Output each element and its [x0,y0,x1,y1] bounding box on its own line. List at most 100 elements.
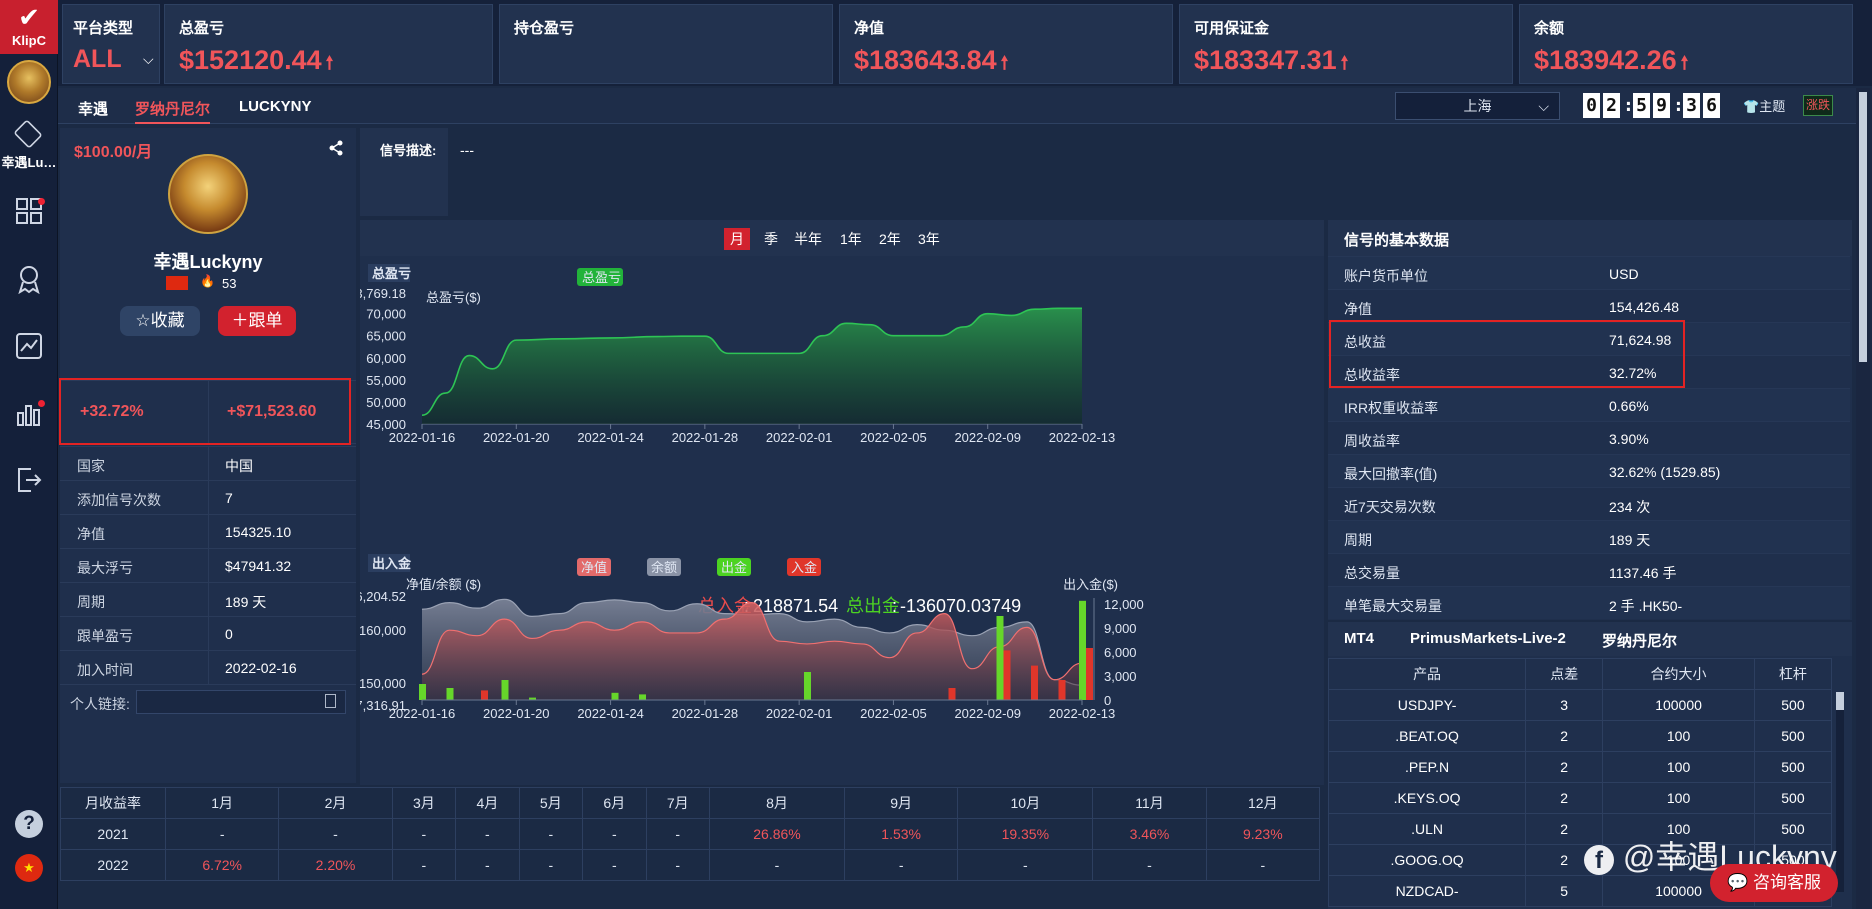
follow-label: 跟单 [248,311,283,330]
signal-profile-panel: $100.00/月 幸遇Luckyny 🔥 53 ☆收藏 ＋跟单 +32.72%… [59,128,356,783]
pnl-chart: 总盈亏 总盈亏总盈亏($) 73,769.18 70,000 65,000 60,000 5… [360,264,1116,445]
desc-label: 信号描述: [380,143,437,158]
withdrawal-bar [611,692,619,700]
column-header: 7月 [645,787,711,819]
help-icon[interactable]: ? [15,810,43,838]
deposit-bar [1003,650,1011,700]
mt4-platform: MT4 [1344,630,1374,647]
basic-key: 近7天交易次数 [1344,499,1436,515]
period-tab-1y[interactable]: 1年 [840,229,862,249]
scrollbar-thumb[interactable] [1859,92,1867,362]
deposit-bar [1031,665,1038,700]
table-cell: 3 [1525,689,1604,721]
logo-text: KlipC [12,33,46,48]
info-row: 国家 中国 [60,446,356,481]
logout-icon[interactable] [14,466,44,496]
clock-digit: 6 [1703,93,1720,118]
divider [208,549,209,583]
total-in-value: 218871.54 [753,596,838,616]
table-cell: - [391,849,457,881]
chart-panel: 月 季 半年 1年 2年 3年 总盈亏 总盈亏总盈亏($) 73,769.18 70,… [360,220,1324,785]
table-cell: .KEYS.OQ [1328,782,1527,814]
scrollbar-thumb[interactable] [1836,692,1844,710]
facebook-icon: f [1584,844,1614,875]
period-tab-quarter[interactable]: 季 [764,229,778,249]
mt4-owner: 罗纳丹尼尔 [1602,633,1678,650]
info-key: 跟单盈亏 [77,628,133,644]
clock-separator: : [1623,95,1634,116]
x-tick-label: 2022-02-13 [1049,430,1116,445]
period-tab-2y[interactable]: 2年 [879,229,901,249]
table-cell: 1.53% [843,818,959,850]
trend-chart-icon[interactable] [14,332,44,362]
period-tab-3y[interactable]: 3年 [918,229,940,249]
stat-value: $183643.84 [854,45,997,75]
plus-icon: ＋ [231,311,249,330]
column-header: 11月 [1092,787,1207,819]
arrow-up-icon: 🠕 [1340,53,1349,73]
city-select[interactable]: 上海 ⌵ [1395,92,1560,120]
follow-button[interactable]: ＋跟单 [218,306,296,336]
personal-link-input[interactable] [136,690,346,714]
tab-xingyu[interactable]: 幸遇 [78,98,108,119]
stat-equity: 净值 $183643.84 🠕 [839,4,1173,84]
table-cell: 100 [1602,782,1755,814]
withdrawal-bar [996,616,1004,700]
customer-service-button[interactable]: 💬 咨询客服 [1710,864,1838,902]
y-tick-label: 55,000 [366,373,406,388]
basic-key: 净值 [1344,301,1372,317]
sidebar-user-label[interactable]: 幸遇Lu… [0,152,58,171]
stat-label: 总盈亏 [179,20,225,37]
period-tab-half-year[interactable]: 半年 [794,229,822,249]
tab-luckyny[interactable]: LUCKYNY [239,98,312,115]
divider [208,651,209,685]
theme-button[interactable]: 👕主题 [1743,96,1785,115]
deposit-bar [1058,680,1066,700]
chevron-down-icon: ⌵ [1538,98,1549,114]
clock-separator: : [1673,95,1684,116]
x-tick-label: 2022-01-28 [672,430,739,445]
signal-cube-icon[interactable] [13,119,43,149]
y-axis-label: 总盈亏($) [426,290,481,305]
china-flag-icon[interactable]: ★ [15,854,43,882]
chevron-down-icon[interactable]: ⌵ [143,51,154,68]
series-area [422,308,1082,424]
legend-label: 出金 [721,560,747,575]
deposit-bar [481,690,488,700]
user-avatar[interactable] [7,60,51,104]
award-icon[interactable] [14,264,44,295]
y-tick-label: 166,204.52 [360,589,406,604]
info-row: 净值 154325.10 [60,514,356,549]
top-stats-bar: 平台类型 ALL ⌵ 总盈亏 $152120.44 🠕 持仓盈亏 净值 $1836… [58,0,1872,86]
table-cell: - [518,849,584,881]
stat-value: $183942.26 [1534,45,1677,75]
stat-value: $152120.44 [179,45,322,75]
x-tick-label: 2022-01-24 [577,706,644,721]
table-header-row: 产品 点差 合约大小 杠杆 [1328,658,1833,690]
klipc-logo[interactable]: ✔ KlipC [0,0,58,54]
table-cell: .GOOG.OQ [1328,844,1527,876]
scrollbar[interactable] [1836,692,1844,892]
column-header: 5月 [518,787,584,819]
platform-type-value[interactable]: ALL [73,45,122,74]
table-cell: 3.46% [1092,818,1207,850]
x-tick-label: 2022-01-16 [389,430,456,445]
chat-icon: 💬 [1727,873,1749,892]
withdrawal-bar [804,672,811,700]
city-select-value: 上海 [1463,98,1492,114]
column-header: 10月 [957,787,1094,819]
table-cell: 5 [1525,875,1604,907]
color-toggle-button[interactable]: 涨跌 [1803,95,1833,116]
period-tab-month[interactable]: 月 [724,228,750,250]
table-cell: 19.35% [957,818,1094,850]
tab-ronadaniel[interactable]: 罗纳丹尼尔 [135,98,211,124]
fire-icon: 🔥 [200,274,215,288]
column-header: 8月 [709,787,845,819]
stat-value: $183347.31 [1194,45,1337,75]
divider [208,447,209,481]
copy-icon[interactable] [325,694,336,708]
platform-type-selector[interactable]: 平台类型 ALL ⌵ [62,4,160,84]
page-scrollbar[interactable] [1856,88,1870,909]
favorite-button[interactable]: ☆收藏 [120,306,200,336]
share-icon[interactable] [328,140,344,160]
